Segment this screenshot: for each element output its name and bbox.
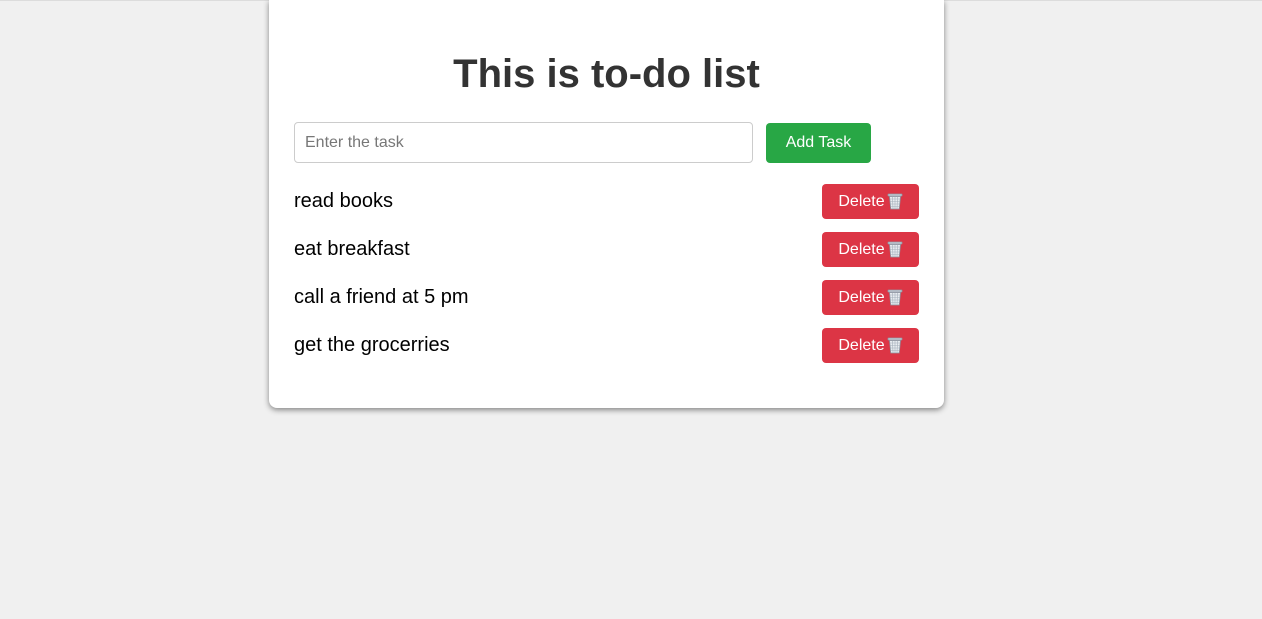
task-item: eat breakfast Delete (294, 232, 919, 267)
delete-task-button[interactable]: Delete (822, 184, 919, 219)
trash-can-icon (887, 241, 903, 258)
delete-task-button[interactable]: Delete (822, 232, 919, 267)
delete-label: Delete (838, 288, 885, 306)
task-input[interactable] (294, 122, 753, 163)
trash-can-icon (887, 337, 903, 354)
task-list: read books Delete eat breakfast Delete c… (294, 184, 919, 376)
task-item: read books Delete (294, 184, 919, 219)
trash-can-icon (887, 193, 903, 210)
trash-can-icon (887, 289, 903, 306)
task-text: eat breakfast (294, 238, 410, 260)
todo-card: This is to-do list Add Task read books D… (269, 0, 944, 408)
task-item: call a friend at 5 pm Delete (294, 280, 919, 315)
delete-label: Delete (838, 336, 885, 354)
add-task-button[interactable]: Add Task (766, 123, 871, 163)
delete-task-button[interactable]: Delete (822, 280, 919, 315)
delete-task-button[interactable]: Delete (822, 328, 919, 363)
page-title: This is to-do list (453, 52, 760, 96)
delete-label: Delete (838, 240, 885, 258)
task-item: get the grocerries Delete (294, 328, 919, 363)
task-text: read books (294, 190, 393, 212)
task-text: call a friend at 5 pm (294, 286, 469, 308)
task-text: get the grocerries (294, 334, 450, 356)
delete-label: Delete (838, 192, 885, 210)
